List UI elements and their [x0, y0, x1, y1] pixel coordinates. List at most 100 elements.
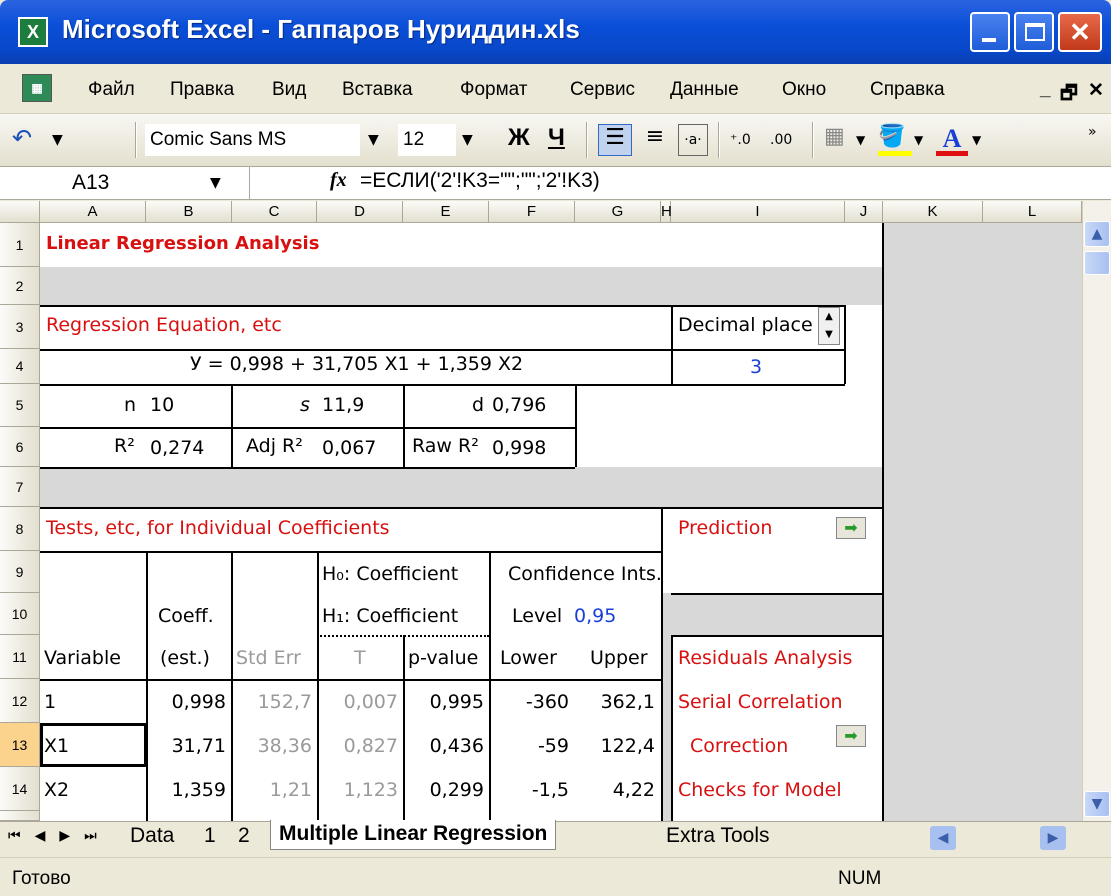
- fill-color-icon[interactable]: 🪣: [878, 124, 912, 156]
- column-header[interactable]: F: [489, 201, 575, 223]
- row-header[interactable]: 11: [0, 635, 40, 679]
- minimize-button[interactable]: [970, 12, 1010, 52]
- borders-dropdown-icon[interactable]: ▼: [856, 124, 870, 156]
- row-header[interactable]: 9: [0, 551, 40, 593]
- menu-help[interactable]: Справка: [870, 79, 945, 101]
- font-color-dropdown-icon[interactable]: ▼: [972, 124, 986, 156]
- name-box-dropdown-icon[interactable]: ▼: [210, 175, 221, 191]
- table-cell: -1,5: [531, 779, 569, 801]
- workbook-icon[interactable]: ▦: [22, 74, 52, 102]
- tab-navigation-icons[interactable]: ⏮◀▶⏭: [8, 828, 111, 844]
- decimal-spinner[interactable]: ▲ ▼: [818, 307, 840, 345]
- row-header[interactable]: 12: [0, 679, 40, 723]
- menu-data[interactable]: Данные: [670, 79, 739, 101]
- tab-2[interactable]: 2: [238, 822, 250, 852]
- column-header[interactable]: J: [845, 201, 883, 223]
- tab-data[interactable]: Data: [130, 822, 174, 852]
- bold-button[interactable]: Ж: [508, 124, 536, 156]
- row-header[interactable]: 3: [0, 305, 40, 349]
- table-cell: 1,359: [171, 779, 226, 801]
- row-header[interactable]: 10: [0, 593, 40, 635]
- excel-icon[interactable]: X: [18, 17, 48, 47]
- menu-format[interactable]: Формат: [460, 79, 528, 101]
- table-cell: 122,4: [600, 735, 655, 757]
- font-name-select[interactable]: Comic Sans MS: [145, 124, 360, 156]
- scroll-thumb[interactable]: [1084, 251, 1110, 275]
- row-header[interactable]: [0, 811, 40, 821]
- font-size-select[interactable]: 12: [398, 124, 456, 156]
- row-header[interactable]: 8: [0, 507, 40, 551]
- column-header[interactable]: C: [232, 201, 317, 223]
- doc-close-icon[interactable]: ✕: [1088, 79, 1104, 102]
- align-center-icon[interactable]: ≡: [640, 124, 670, 156]
- merge-center-icon[interactable]: ·a·: [678, 124, 708, 156]
- column-header[interactable]: H: [661, 201, 672, 223]
- spin-down-icon[interactable]: ▼: [819, 326, 839, 344]
- worksheet-grid[interactable]: A B C D E F G H I J K L 1 2 3 4 5 6 7 8 …: [0, 201, 1082, 821]
- maximize-button[interactable]: [1014, 12, 1054, 52]
- prediction-arrow-button[interactable]: ➡: [836, 517, 866, 539]
- align-left-icon[interactable]: ☰: [598, 124, 632, 156]
- select-all-corner[interactable]: [0, 201, 40, 223]
- fill-dropdown-icon[interactable]: ▼: [914, 124, 928, 156]
- increase-decimal-icon[interactable]: ⁺.0: [730, 124, 766, 156]
- checks-link[interactable]: Checks for Model: [678, 779, 842, 801]
- gray-band: [40, 467, 883, 507]
- tab-multiple-linear-regression[interactable]: Multiple Linear Regression: [270, 820, 557, 850]
- menu-file[interactable]: Файл: [88, 79, 135, 101]
- column-header[interactable]: B: [146, 201, 232, 223]
- hscroll-left-icon[interactable]: ◀: [930, 826, 956, 850]
- menu-edit[interactable]: Правка: [170, 79, 234, 101]
- doc-minimize-icon[interactable]: _: [1040, 79, 1051, 101]
- border-line: [403, 384, 405, 467]
- function-icon[interactable]: fx: [330, 169, 347, 192]
- font-color-icon[interactable]: A: [936, 124, 968, 156]
- toolbar-options-icon[interactable]: »: [1088, 124, 1102, 156]
- border-line: [882, 223, 884, 821]
- borders-icon[interactable]: ▦: [824, 124, 852, 156]
- residuals-link[interactable]: Residuals Analysis: [678, 647, 852, 669]
- scroll-up-icon[interactable]: ▲: [1084, 221, 1110, 247]
- row-header[interactable]: 4: [0, 349, 40, 384]
- column-header[interactable]: E: [403, 201, 489, 223]
- column-header[interactable]: G: [575, 201, 661, 223]
- row-header[interactable]: 13: [0, 723, 40, 767]
- table-cell: 4,22: [612, 779, 655, 801]
- doc-restore-icon[interactable]: 🗗: [1060, 79, 1078, 111]
- scroll-down-icon[interactable]: ▼: [1084, 791, 1110, 817]
- column-header[interactable]: A: [40, 201, 146, 223]
- size-dropdown-icon[interactable]: ▼: [462, 124, 482, 156]
- hscroll-right-icon[interactable]: ▶: [1040, 826, 1066, 850]
- correction-arrow-button[interactable]: ➡: [836, 725, 866, 747]
- menu-tools[interactable]: Сервис: [570, 79, 635, 101]
- correction-link[interactable]: Correction: [690, 735, 788, 757]
- column-header[interactable]: I: [671, 201, 845, 223]
- row-header[interactable]: 7: [0, 467, 40, 507]
- column-header[interactable]: K: [883, 201, 983, 223]
- formula-input[interactable]: =ЕСЛИ('2'!K3="";"";'2'!K3): [360, 169, 600, 193]
- border-line: [40, 507, 883, 509]
- tab-1[interactable]: 1: [204, 822, 216, 852]
- row-header[interactable]: 1: [0, 223, 40, 267]
- menu-view[interactable]: Вид: [272, 79, 306, 101]
- row-header[interactable]: 14: [0, 767, 40, 811]
- undo-icon[interactable]: ↶: [12, 124, 46, 156]
- table-cell: X1: [44, 735, 70, 757]
- s-value: 11,9: [322, 394, 365, 416]
- menu-window[interactable]: Окно: [782, 79, 826, 101]
- column-header[interactable]: L: [983, 201, 1082, 223]
- spin-up-icon[interactable]: ▲: [819, 308, 839, 326]
- tab-extra-tools[interactable]: Extra Tools: [666, 822, 770, 852]
- menu-insert[interactable]: Вставка: [342, 79, 413, 101]
- undo-dropdown-icon[interactable]: ▼: [52, 124, 66, 156]
- vertical-scrollbar[interactable]: ▲ ▼: [1082, 201, 1111, 821]
- font-dropdown-icon[interactable]: ▼: [368, 124, 388, 156]
- row-header[interactable]: 2: [0, 267, 40, 305]
- column-header[interactable]: D: [317, 201, 403, 223]
- underline-button[interactable]: Ч: [548, 124, 576, 156]
- serial-correlation-link[interactable]: Serial Correlation: [678, 691, 843, 713]
- close-button[interactable]: ✕: [1058, 12, 1102, 52]
- row-header[interactable]: 5: [0, 384, 40, 427]
- row-header[interactable]: 6: [0, 427, 40, 467]
- decrease-decimal-icon[interactable]: .00: [770, 124, 806, 156]
